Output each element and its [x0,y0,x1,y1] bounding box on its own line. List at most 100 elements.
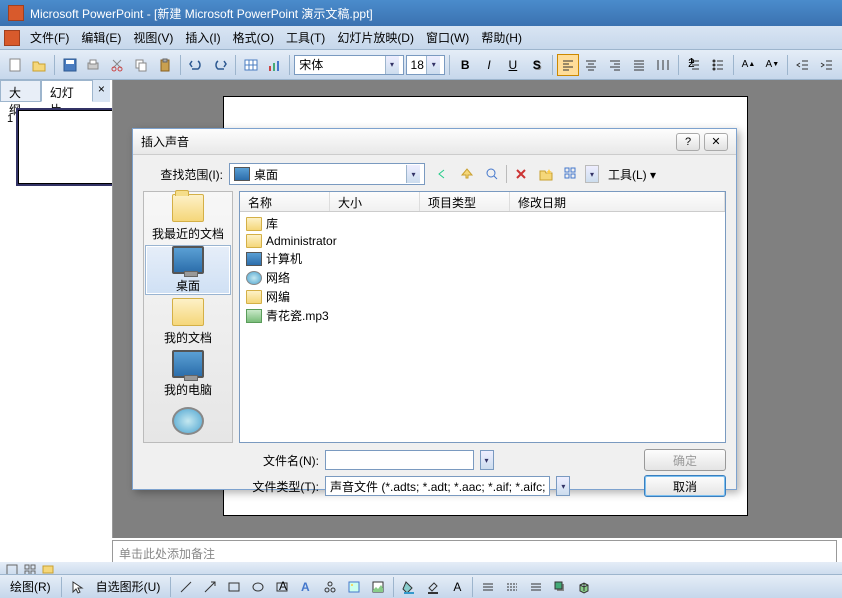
line-color-button[interactable] [422,576,444,598]
menu-format[interactable]: 格式(O) [227,27,280,48]
list-item[interactable]: 网编 [244,287,721,306]
menu-insert[interactable]: 插入(I) [179,27,226,48]
chevron-down-icon[interactable]: ▾ [480,450,494,470]
bullets-button[interactable] [707,54,729,76]
place-recent[interactable]: 我最近的文档 [145,193,231,243]
new-folder-button[interactable] [535,163,557,185]
col-type[interactable]: 项目类型 [420,192,510,211]
chevron-down-icon[interactable]: ▾ [426,56,440,74]
cancel-button[interactable]: 取消 [644,475,726,497]
place-desktop[interactable]: 桌面 [145,245,231,295]
file-list[interactable]: 库 Administrator 计算机 网络 网编 青花瓷.mp3 [240,212,725,327]
italic-button[interactable]: I [478,54,500,76]
print-button[interactable] [83,54,105,76]
menu-tools[interactable]: 工具(T) [280,27,331,48]
panel-close-button[interactable]: × [93,80,110,98]
tab-slides[interactable]: 幻灯片 [41,80,93,102]
align-center-button[interactable] [581,54,603,76]
arrow-button[interactable] [199,576,221,598]
draw-menu[interactable]: 绘图(R) [4,576,57,597]
search-button[interactable] [481,163,503,185]
chevron-down-icon[interactable]: ▾ [406,165,420,183]
fill-color-button[interactable] [398,576,420,598]
menu-slideshow[interactable]: 幻灯片放映(D) [331,27,420,48]
slide-thumbnail[interactable]: 1 [18,110,118,184]
decrease-font-button[interactable]: A▼ [761,54,783,76]
line-style-button[interactable] [477,576,499,598]
tools-menu[interactable]: 工具(L) ▾ [602,164,662,185]
select-objects-button[interactable] [66,576,88,598]
shadow-style-button[interactable] [549,576,571,598]
delete-button[interactable] [510,163,532,185]
col-size[interactable]: 大小 [330,192,420,211]
table-button[interactable] [240,54,262,76]
save-button[interactable] [59,54,81,76]
filename-combo[interactable] [325,450,474,470]
place-mycomputer[interactable]: 我的电脑 [145,349,231,399]
picture-button[interactable] [367,576,389,598]
align-right-button[interactable] [604,54,626,76]
list-item[interactable]: 计算机 [244,249,721,268]
decrease-indent-button[interactable] [792,54,814,76]
textbox-button[interactable]: A [271,576,293,598]
new-button[interactable] [4,54,26,76]
list-item[interactable]: 青花瓷.mp3 [244,306,721,325]
dash-style-button[interactable] [501,576,523,598]
menu-window[interactable]: 窗口(W) [420,27,475,48]
menu-file[interactable]: 文件(F) [24,27,75,48]
close-button[interactable]: ✕ [704,133,728,151]
menu-view[interactable]: 视图(V) [127,27,179,48]
dialog-titlebar[interactable]: 插入声音 ? ✕ [133,129,736,155]
list-item[interactable]: 网络 [244,268,721,287]
align-justify-button[interactable] [628,54,650,76]
increase-font-button[interactable]: A▲ [738,54,760,76]
place-mydocs[interactable]: 我的文档 [145,297,231,347]
col-modified[interactable]: 修改日期 [510,192,725,211]
diagram-button[interactable] [319,576,341,598]
menu-edit[interactable]: 编辑(E) [75,27,127,48]
open-button[interactable] [28,54,50,76]
desktop-icon [234,167,250,181]
shadow-button[interactable]: S [526,54,548,76]
filetype-combo[interactable]: 声音文件 (*.adts; *.adt; *.aac; *.aif; *.aif… [325,476,550,496]
look-in-combo[interactable]: 桌面 ▾ [229,163,425,185]
underline-button[interactable]: U [502,54,524,76]
help-button[interactable]: ? [676,133,700,151]
align-left-button[interactable] [557,54,579,76]
clipart-button[interactable] [343,576,365,598]
menu-help[interactable]: 帮助(H) [475,27,528,48]
list-item[interactable]: Administrator [244,233,721,249]
app-menu-icon[interactable] [4,30,20,46]
line-button[interactable] [175,576,197,598]
font-size-combo[interactable]: 18 ▾ [406,55,446,75]
ok-button[interactable]: 确定 [644,449,726,471]
redo-button[interactable] [209,54,231,76]
font-color-button[interactable]: A [446,576,468,598]
bold-button[interactable]: B [454,54,476,76]
distribute-button[interactable] [652,54,674,76]
copy-button[interactable] [130,54,152,76]
back-button[interactable] [431,163,453,185]
paste-button[interactable] [154,54,176,76]
chevron-down-icon[interactable]: ▾ [556,476,570,496]
font-name-combo[interactable]: 宋体 ▾ [294,55,403,75]
up-button[interactable] [456,163,478,185]
wordart-button[interactable]: A [295,576,317,598]
3d-style-button[interactable] [573,576,595,598]
increase-indent-button[interactable] [816,54,838,76]
cut-button[interactable] [106,54,128,76]
views-button[interactable] [560,163,582,185]
chart-button[interactable] [263,54,285,76]
numbering-button[interactable]: 12 [683,54,705,76]
chevron-down-icon[interactable]: ▾ [585,165,599,183]
chevron-down-icon[interactable]: ▾ [385,56,399,74]
oval-button[interactable] [247,576,269,598]
arrow-style-button[interactable] [525,576,547,598]
undo-button[interactable] [185,54,207,76]
autoshapes-menu[interactable]: 自选图形(U) [90,576,167,597]
place-network[interactable] [145,401,231,441]
tab-outline[interactable]: 大纲 [0,80,41,102]
list-item[interactable]: 库 [244,214,721,233]
rectangle-button[interactable] [223,576,245,598]
col-name[interactable]: 名称 [240,192,330,211]
